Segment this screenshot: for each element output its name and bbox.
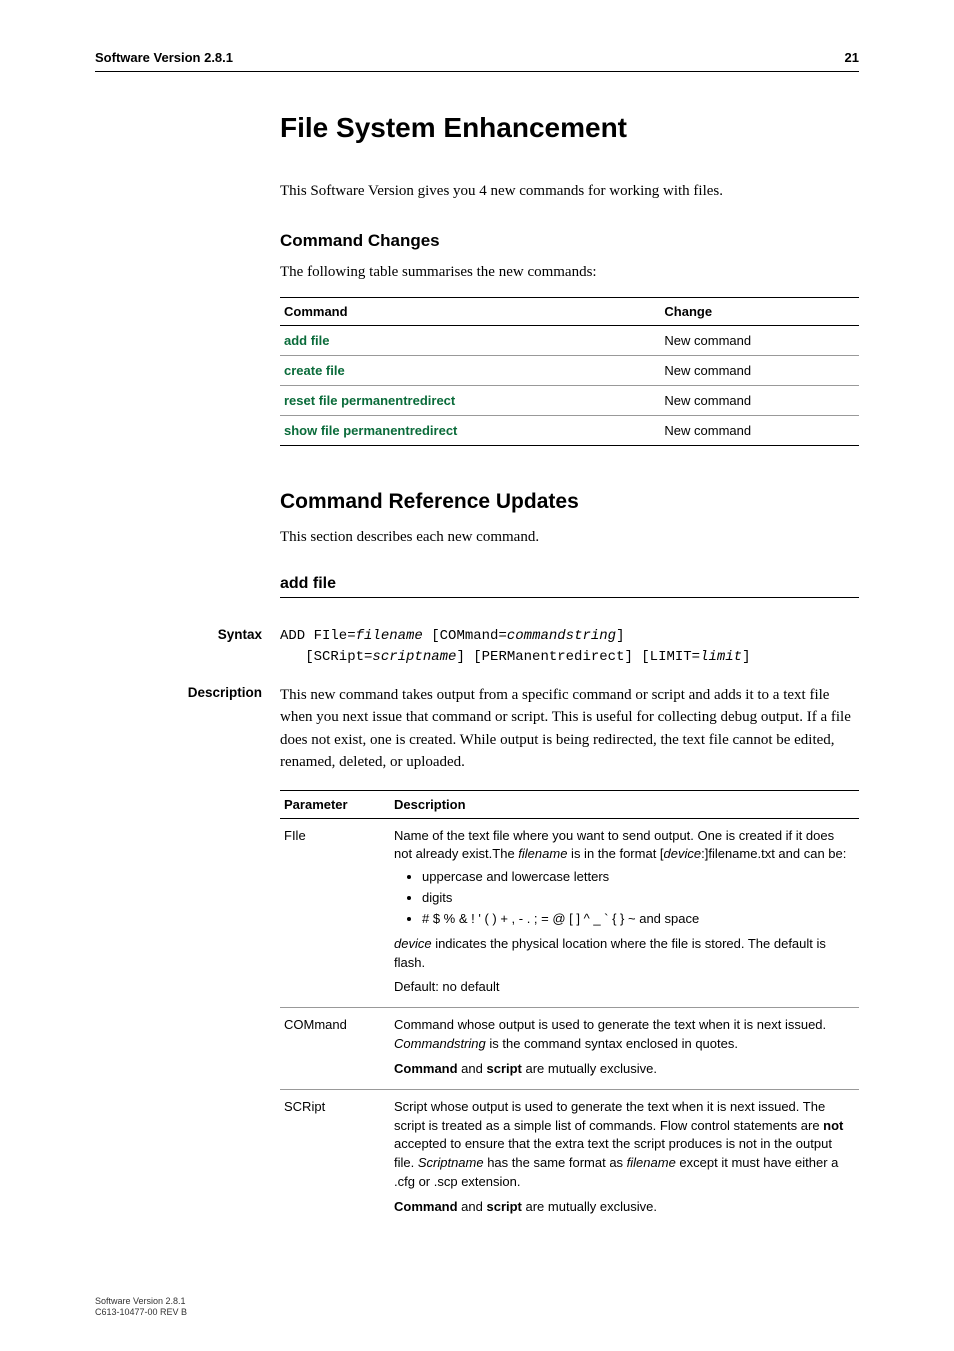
- table-row: show file permanentredirect New command: [280, 416, 859, 446]
- footer-line2: C613-10477-00 REV B: [95, 1307, 187, 1319]
- description-text: This new command takes output from a spe…: [280, 684, 859, 774]
- bullet-item: uppercase and lowercase letters: [422, 868, 855, 887]
- param-row-script: SCRipt Script whose output is used to ge…: [280, 1089, 859, 1227]
- command-reference-lead: This section describes each new command.: [280, 526, 859, 549]
- param-desc: Command whose output is used to generate…: [390, 1008, 859, 1090]
- change-cell: New command: [660, 326, 859, 356]
- syntax-code: ADD FIle=filename [COMmand=commandstring…: [280, 626, 751, 668]
- param-name: FIle: [280, 818, 390, 1008]
- param-name: COMmand: [280, 1008, 390, 1090]
- change-cell: New command: [660, 386, 859, 416]
- col-change: Change: [660, 298, 859, 326]
- link-show-file[interactable]: show file permanentredirect: [284, 423, 457, 438]
- command-reference-heading: Command Reference Updates: [280, 490, 859, 514]
- parameter-table: Parameter Description FIle Name of the t…: [280, 790, 859, 1227]
- add-file-heading: add file: [280, 575, 859, 598]
- footer-line1: Software Version 2.8.1: [95, 1296, 187, 1308]
- page-header: Software Version 2.8.1 21: [95, 50, 859, 72]
- link-add-file[interactable]: add file: [284, 333, 330, 348]
- change-cell: New command: [660, 416, 859, 446]
- link-create-file[interactable]: create file: [284, 363, 345, 378]
- table-row: create file New command: [280, 356, 859, 386]
- col-command: Command: [280, 298, 660, 326]
- bullet-item: # $ % & ! ' ( ) + , - . ; = @ [ ] ^ _ ` …: [422, 910, 855, 929]
- page-footer: Software Version 2.8.1 C613-10477-00 REV…: [95, 1296, 187, 1319]
- col-parameter: Parameter: [280, 790, 390, 818]
- description-block: Description This new command takes outpu…: [95, 684, 859, 774]
- param-desc: Name of the text file where you want to …: [390, 818, 859, 1008]
- command-changes-table: Command Change add file New command crea…: [280, 297, 859, 446]
- command-changes-lead: The following table summarises the new c…: [280, 261, 859, 284]
- link-reset-file[interactable]: reset file permanentredirect: [284, 393, 455, 408]
- syntax-block: Syntax ADD FIle=filename [COMmand=comman…: [95, 626, 859, 668]
- syntax-label: Syntax: [95, 626, 280, 668]
- table-row: add file New command: [280, 326, 859, 356]
- description-label: Description: [95, 684, 280, 774]
- page-number: 21: [845, 50, 859, 65]
- param-desc: Script whose output is used to generate …: [390, 1089, 859, 1227]
- param-name: SCRipt: [280, 1089, 390, 1227]
- page-title: File System Enhancement: [280, 112, 859, 144]
- header-left: Software Version 2.8.1: [95, 50, 233, 65]
- command-changes-heading: Command Changes: [280, 231, 859, 251]
- param-row-command: COMmand Command whose output is used to …: [280, 1008, 859, 1090]
- param-row-file: FIle Name of the text file where you wan…: [280, 818, 859, 1008]
- bullet-item: digits: [422, 889, 855, 908]
- intro-paragraph: This Software Version gives you 4 new co…: [280, 180, 859, 203]
- change-cell: New command: [660, 356, 859, 386]
- table-row: reset file permanentredirect New command: [280, 386, 859, 416]
- col-description: Description: [390, 790, 859, 818]
